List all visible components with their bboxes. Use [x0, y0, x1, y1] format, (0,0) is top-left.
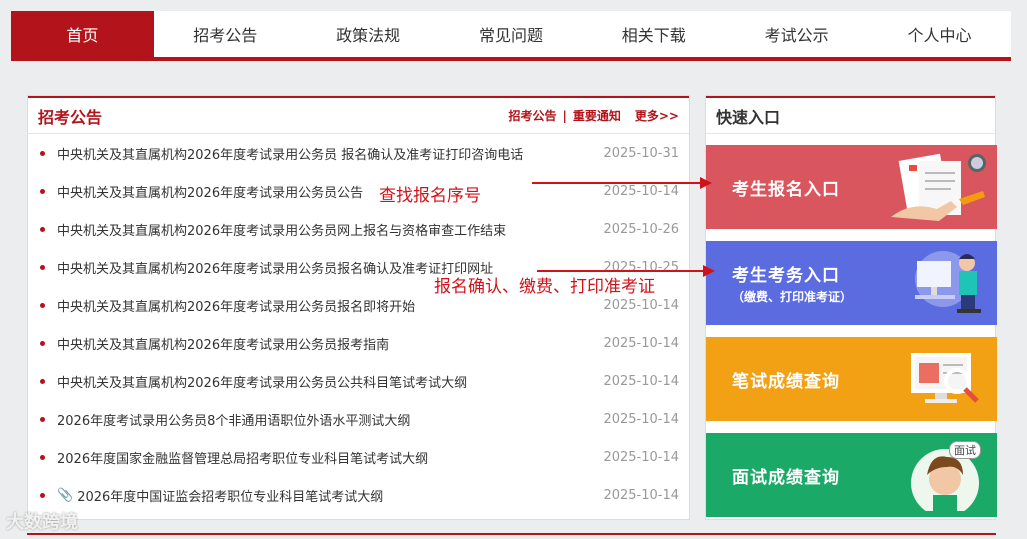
- link-separator: |: [562, 108, 567, 123]
- news-title[interactable]: 中央机关及其直属机构2026年度考试录用公务员 报名确认及准考证打印咨询电话: [57, 144, 599, 163]
- news-date: 2025-10-14: [603, 335, 679, 351]
- news-item[interactable]: 中央机关及其直属机构2026年度考试录用公务员 报名确认及准考证打印咨询电话 20…: [40, 134, 679, 172]
- nav-policy[interactable]: 政策法规: [297, 11, 440, 57]
- recruit-notice-link[interactable]: 招考公告: [508, 107, 556, 124]
- news-panel-header: 招考公告 招考公告 | 重要通知 更多>>: [28, 96, 689, 134]
- top-nav: 首页 招考公告 政策法规 常见问题 相关下载 考试公示 个人中心: [11, 11, 1011, 61]
- quick-entry-panel: 快速入口 考生报名入口 考生考务入口 （缴费、打印准考证） 笔试成绩查询 面试成…: [705, 95, 997, 520]
- news-title[interactable]: 中央机关及其直属机构2026年度考试录用公务员报名即将开始: [57, 296, 599, 315]
- news-item[interactable]: 中央机关及其直属机构2026年度考试录用公务员公告 2025-10-14: [40, 172, 679, 210]
- news-date: 2025-10-26: [603, 221, 679, 237]
- news-item[interactable]: 中央机关及其直属机构2026年度考试录用公务员公共科目笔试考试大纲 2025-10…: [40, 362, 679, 400]
- more-link[interactable]: 更多>>: [635, 107, 679, 124]
- news-panel-title: 招考公告: [38, 107, 103, 127]
- news-title[interactable]: 中央机关及其直属机构2026年度考试录用公务员公共科目笔试考试大纲: [57, 372, 599, 391]
- nav-exam-publicity[interactable]: 考试公示: [725, 11, 868, 57]
- bullet-icon: [40, 226, 45, 232]
- computer-user-icon: [915, 251, 981, 313]
- news-title[interactable]: 2026年度国家金融监督管理总局招考职位专业科目笔试考试大纲: [57, 448, 599, 467]
- annotation-find-registration-number: 查找报名序号: [379, 186, 481, 206]
- bottom-border: [27, 533, 996, 535]
- candidate-affairs-button[interactable]: 考生考务入口 （缴费、打印准考证）: [706, 241, 997, 325]
- news-date: 2025-10-14: [603, 449, 679, 465]
- news-date: 2025-10-14: [603, 373, 679, 389]
- bullet-icon: [40, 378, 45, 384]
- news-date: 2025-10-14: [603, 297, 679, 313]
- news-title[interactable]: 中央机关及其直属机构2026年度考试录用公务员网上报名与资格审查工作结束: [57, 220, 599, 239]
- news-title[interactable]: 2026年度中国证监会招考职位专业科目笔试考试大纲: [77, 486, 599, 505]
- news-title[interactable]: 2026年度考试录用公务员8个非通用语职位外语水平测试大纲: [57, 410, 599, 429]
- nav-home[interactable]: 首页: [11, 11, 154, 57]
- bullet-icon: [40, 340, 45, 346]
- attachment-icon: 📎: [57, 487, 74, 503]
- nav-faq[interactable]: 常见问题: [440, 11, 583, 57]
- news-item[interactable]: 📎 2026年度中国证监会招考职位专业科目笔试考试大纲 2025-10-14: [40, 476, 679, 514]
- bullet-icon: [40, 416, 45, 422]
- news-item[interactable]: 2026年度考试录用公务员8个非通用语职位外语水平测试大纲 2025-10-14: [40, 400, 679, 438]
- nav-downloads[interactable]: 相关下载: [582, 11, 725, 57]
- bullet-icon: [40, 454, 45, 460]
- document-signing-icon: [891, 153, 986, 221]
- news-panel: 招考公告 招考公告 | 重要通知 更多>> 中央机关及其直属机构2026年度考试…: [27, 95, 690, 520]
- news-list: 中央机关及其直属机构2026年度考试录用公务员 报名确认及准考证打印咨询电话 20…: [28, 134, 689, 514]
- news-date: 2025-10-14: [603, 487, 679, 503]
- news-title[interactable]: 中央机关及其直属机构2026年度考试录用公务员报考指南: [57, 334, 599, 353]
- bullet-icon: [40, 188, 45, 194]
- news-header-links: 招考公告 | 重要通知 更多>>: [508, 107, 679, 124]
- nav-recruit-notice[interactable]: 招考公告: [154, 11, 297, 57]
- news-item[interactable]: 中央机关及其直属机构2026年度考试录用公务员报考指南 2025-10-14: [40, 324, 679, 362]
- candidate-registration-button[interactable]: 考生报名入口: [706, 145, 997, 229]
- news-date: 2025-10-14: [603, 183, 679, 199]
- news-date: 2025-10-14: [603, 411, 679, 427]
- news-item[interactable]: 2026年度国家金融监督管理总局招考职位专业科目笔试考试大纲 2025-10-14: [40, 438, 679, 476]
- interview-tag: 面试: [949, 441, 981, 459]
- magnifier-screen-icon: [911, 353, 979, 403]
- news-date: 2025-10-31: [603, 145, 679, 161]
- interview-score-query-button[interactable]: 面试成绩查询 面试: [706, 433, 997, 517]
- bullet-icon: [40, 150, 45, 156]
- news-item[interactable]: 中央机关及其直属机构2026年度考试录用公务员网上报名与资格审查工作结束 2025…: [40, 210, 679, 248]
- watermark-text: 大数跨境: [6, 512, 78, 533]
- news-title[interactable]: 中央机关及其直属机构2026年度考试录用公务员公告: [57, 182, 599, 201]
- bullet-icon: [40, 302, 45, 308]
- quick-panel-header: 快速入口: [706, 96, 995, 134]
- annotation-confirm-pay-print: 报名确认、缴费、打印准考证: [434, 277, 655, 297]
- written-score-query-button[interactable]: 笔试成绩查询: [706, 337, 997, 421]
- bullet-icon: [40, 264, 45, 270]
- important-notice-link[interactable]: 重要通知: [573, 107, 621, 124]
- quick-panel-title: 快速入口: [716, 107, 781, 127]
- nav-personal-center[interactable]: 个人中心: [868, 11, 1011, 57]
- bullet-icon: [40, 492, 45, 498]
